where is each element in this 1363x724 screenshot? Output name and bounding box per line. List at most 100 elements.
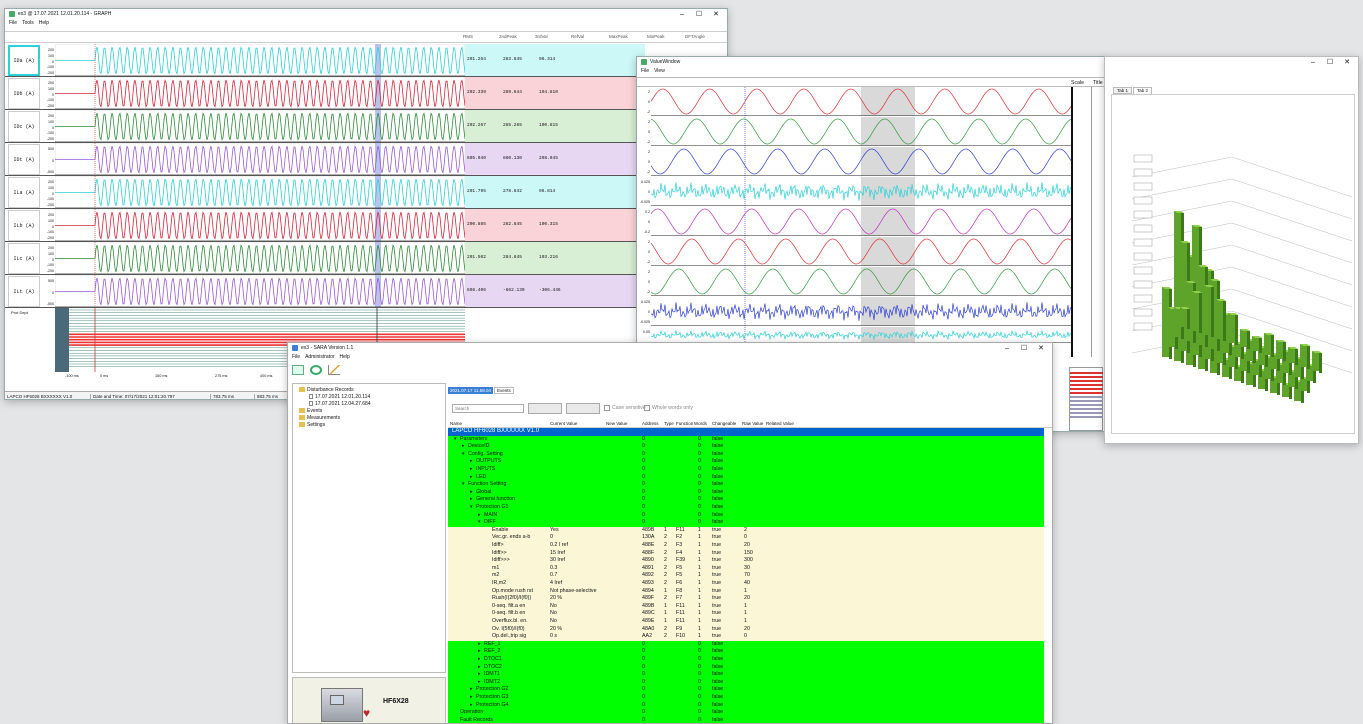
table-row[interactable]: m2 0.7 4892 2 F5 1 true 70 xyxy=(448,572,1044,580)
table-row[interactable]: ▸ OUTPUTS 0 0 false xyxy=(448,458,1044,466)
maximize-icon[interactable]: ☐ xyxy=(1017,344,1031,352)
table-row[interactable]: Op.mode rush rst Not phase-selective 4894 1… xyxy=(448,587,1044,596)
close-icon[interactable]: ✕ xyxy=(1034,344,1048,352)
table-row[interactable]: Enable Yes 489B 1 F11 1 true 2 xyxy=(448,526,1044,535)
table-row[interactable]: ▸ Protection G4 0 0 false xyxy=(448,701,1044,710)
table-row[interactable]: ▸ Protection G3 0 0 false xyxy=(448,694,1044,702)
table-row[interactable]: Operation 0 0 false xyxy=(448,709,1044,717)
expand-arrow-icon[interactable]: ▸ xyxy=(470,496,473,502)
expand-arrow-icon[interactable]: ▾ xyxy=(462,481,465,487)
table-row[interactable]: ▸ Protection G2 0 0 false xyxy=(448,686,1044,694)
column-header[interactable]: Name xyxy=(450,421,462,426)
menu-view[interactable]: View xyxy=(654,68,665,74)
eye-icon[interactable] xyxy=(310,365,322,375)
tab-1[interactable]: Tab 1 xyxy=(1113,87,1133,94)
table-row[interactable]: ▾ DIFF 0 0 false xyxy=(448,519,1044,527)
table-row[interactable]: ▸ IDMT1 0 0 false xyxy=(448,671,1044,679)
table-row[interactable]: ▸ IDMT2 0 0 false xyxy=(448,678,1044,687)
table-row[interactable]: ▾ Config. Setting 0 0 false xyxy=(448,450,1044,459)
tree-item[interactable]: 17.07.2021 12.01.20.114 xyxy=(295,393,443,400)
column-header[interactable]: Words xyxy=(694,421,707,426)
table-row[interactable]: Op.del.,trip sig 0 s AA2 2 F10 1 true 0 xyxy=(448,633,1044,641)
table-row[interactable]: m1 0.3 4891 2 F5 1 true 30 xyxy=(448,564,1044,573)
expand-arrow-icon[interactable]: ▸ xyxy=(470,702,473,708)
table-row[interactable]: ▸ DeviceID 0 0 false xyxy=(448,443,1044,451)
channel-name[interactable]: ILc (A) xyxy=(8,243,40,274)
search-prev-button[interactable] xyxy=(528,403,562,414)
menu-file[interactable]: File xyxy=(9,20,17,26)
expand-arrow-icon[interactable]: ▸ xyxy=(470,686,473,692)
maximize-icon[interactable]: ☐ xyxy=(692,10,706,18)
column-header[interactable]: Type xyxy=(664,421,674,426)
chart-icon[interactable] xyxy=(328,365,340,375)
tab-2[interactable]: Tab 2 xyxy=(1133,87,1153,94)
tree-item[interactable]: Events xyxy=(295,407,443,414)
channel-name[interactable]: IDb (A) xyxy=(8,78,40,109)
menu-file[interactable]: File xyxy=(641,68,649,74)
table-row[interactable]: ▾ Protection G1 0 0 false xyxy=(448,504,1044,512)
expand-arrow-icon[interactable]: ▸ xyxy=(462,443,465,449)
column-header[interactable]: Address xyxy=(642,421,659,426)
table-row[interactable]: ▸ INPUTS 0 0 false xyxy=(448,466,1044,474)
tree-item[interactable]: Disturbance Records xyxy=(295,386,443,393)
minimize-icon[interactable]: – xyxy=(1306,59,1320,66)
table-row[interactable]: ▾ Function Setting 0 0 false xyxy=(448,481,1044,489)
tab-events[interactable]: Events xyxy=(493,387,514,394)
table-row[interactable]: ▸ Global 0 0 false xyxy=(448,488,1044,497)
column-header[interactable]: Changeable xyxy=(712,421,736,426)
tree-item[interactable]: 17.07.2021 12.04.27.684 xyxy=(295,400,443,407)
expand-arrow-icon[interactable]: ▾ xyxy=(478,519,481,525)
table-row[interactable]: ▸ DTOC1 0 0 false xyxy=(448,656,1044,664)
table-row[interactable]: ▸ MAIN 0 0 false xyxy=(448,511,1044,520)
search-input[interactable] xyxy=(452,404,524,413)
table-row[interactable]: Fault Records 0 0 false xyxy=(448,716,1044,723)
close-icon[interactable]: ✕ xyxy=(1340,58,1354,66)
expand-arrow-icon[interactable]: ▸ xyxy=(478,664,481,670)
tree-item[interactable]: Measurements xyxy=(295,414,443,421)
menu-administrator[interactable]: Administrator xyxy=(305,354,334,360)
menu-help[interactable]: Help xyxy=(39,20,49,26)
table-row[interactable]: ▸ REF_1 0 0 false xyxy=(448,640,1044,649)
expand-arrow-icon[interactable]: ▸ xyxy=(478,512,481,518)
expand-arrow-icon[interactable]: ▸ xyxy=(470,466,473,472)
table-row[interactable]: Idiff>>> 30 Iref 4890 2 F39 1 true 300 xyxy=(448,557,1044,565)
channel-name[interactable]: ILb (A) xyxy=(8,210,40,241)
expand-arrow-icon[interactable]: ▸ xyxy=(470,458,473,464)
expand-arrow-icon[interactable]: ▾ xyxy=(454,436,457,442)
table-row[interactable]: ▸ DTOC2 0 0 false xyxy=(448,663,1044,672)
close-icon[interactable]: ✕ xyxy=(709,10,723,18)
case-sensitive-checkbox[interactable] xyxy=(604,405,610,411)
table-row[interactable]: Ov. I(5f0)/I(f0) 20 % 48A0 2 F9 1 true 20 xyxy=(448,625,1044,634)
expand-arrow-icon[interactable]: ▸ xyxy=(470,694,473,700)
expand-arrow-icon[interactable]: ▸ xyxy=(470,489,473,495)
maximize-icon[interactable]: ☐ xyxy=(1323,58,1337,66)
channel-name[interactable]: ILt (A) xyxy=(8,276,40,307)
tree-item[interactable]: Settings xyxy=(295,421,443,428)
channel-name[interactable]: ILa (A) xyxy=(8,177,40,208)
table-row[interactable]: ▾ Parameters 0 0 false xyxy=(448,435,1044,444)
column-header[interactable]: New Value xyxy=(606,421,627,426)
table-row[interactable]: Rush(I(2f0)/I(f0)) 20 % 489F 2 F7 1 true 20 xyxy=(448,595,1044,603)
expand-arrow-icon[interactable]: ▸ xyxy=(470,474,473,480)
table-row[interactable]: ▸ LED 0 0 false xyxy=(448,473,1044,482)
channel-name[interactable]: IDa (A) xyxy=(8,45,40,76)
table-row[interactable]: IR,m2 4 Iref 4893 2 F6 1 true 40 xyxy=(448,580,1044,588)
expand-arrow-icon[interactable]: ▾ xyxy=(470,504,473,510)
expand-arrow-icon[interactable]: ▾ xyxy=(462,451,465,457)
table-row[interactable]: 0-seq. filt.a en No 489B 1 F11 1 true 1 xyxy=(448,602,1044,611)
expand-arrow-icon[interactable]: ▸ xyxy=(478,641,481,647)
table-row[interactable]: Vec.gr. ends a-b 0 130A 2 F2 1 true 0 xyxy=(448,534,1044,542)
minimize-icon[interactable]: – xyxy=(675,11,689,18)
tab-record[interactable]: 2021.07.17 11.58.04 xyxy=(448,387,493,394)
channel-name[interactable]: IDt (A) xyxy=(8,144,40,175)
table-row[interactable]: 0-seq. filt.b en No 489C 1 F11 1 true 1 xyxy=(448,610,1044,618)
menu-help[interactable]: Help xyxy=(340,354,350,360)
channel-name[interactable]: IDc (A) xyxy=(8,111,40,142)
table-row[interactable]: ▸ General function 0 0 false xyxy=(448,496,1044,504)
expand-arrow-icon[interactable]: ▸ xyxy=(478,671,481,677)
table-row[interactable]: Idiff> 0.2 I ref 488E 2 F3 1 true 20 xyxy=(448,542,1044,550)
table-row[interactable]: Overflux.bl. en. No 489E 1 F11 1 true 1 xyxy=(448,618,1044,626)
search-next-button[interactable] xyxy=(566,403,600,414)
column-header[interactable]: Current Value xyxy=(550,421,577,426)
menu-tools[interactable]: Tools xyxy=(22,20,34,26)
